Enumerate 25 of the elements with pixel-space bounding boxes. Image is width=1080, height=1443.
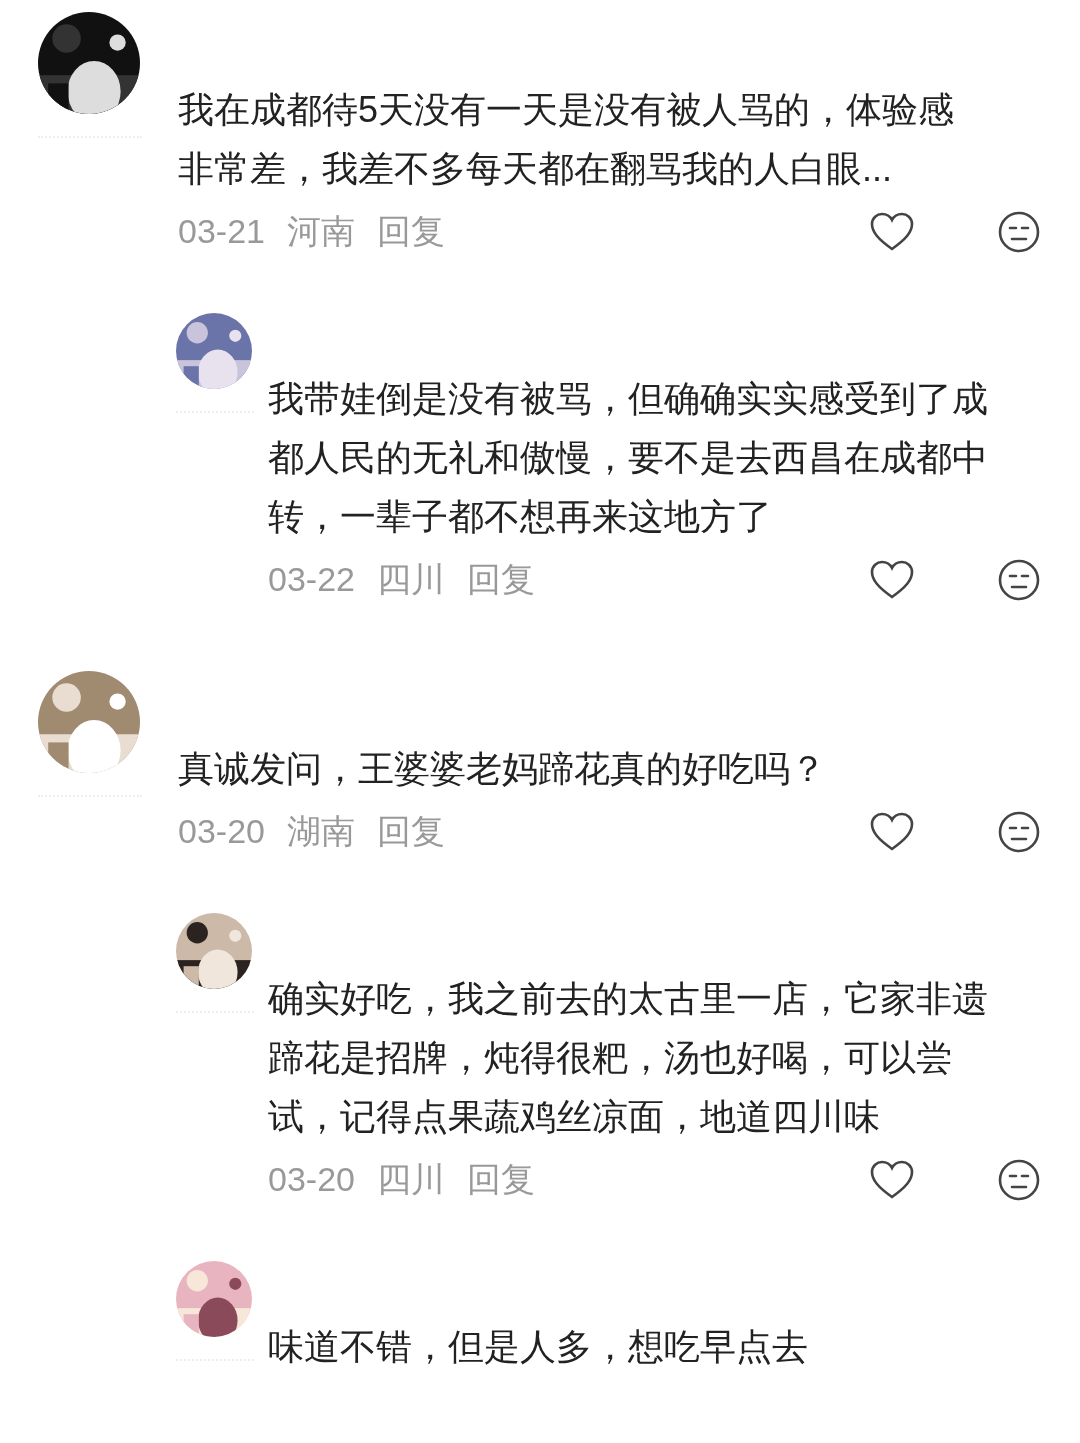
comment-text: 我带娃倒是没有被骂，但确确实实感受到了成都人民的无礼和傲慢，要不是去西昌在成都中转，一辈子都不想再来这地方了 [268, 377, 989, 539]
face-icon[interactable] [998, 558, 1040, 601]
face-icon[interactable] [998, 810, 1040, 853]
reply-link[interactable]: 回复 [466, 554, 535, 605]
comment-location: 河南 [286, 211, 355, 252]
heart-icon[interactable] [870, 559, 914, 600]
comment-text: 真诚发问，王婆婆老妈蹄花真的好吃吗？ [178, 747, 827, 791]
reply-link[interactable]: 回复 [376, 806, 445, 857]
heart-icon[interactable] [870, 1159, 914, 1200]
comment-text: 确实好吃，我之前去的太古里一店，它家非遗蹄花是招牌，炖得很粑，汤也好喝，可以尝试，记得点果蔬鸡丝凉面，地道四川味 [268, 977, 989, 1139]
heart-icon[interactable] [870, 811, 914, 852]
comment-location: 四川 [376, 559, 445, 600]
comment-text: 我在成都待5天没有一天是没有被人骂的，体验感非常差，我差不多每天都在翻骂我的人白眼... [178, 88, 956, 191]
comment-date: 03-20 [268, 1159, 355, 1200]
comment-date: 03-20 [178, 811, 265, 852]
comment-text: 味道不错，但是人多，想吃早点去 [268, 1325, 809, 1369]
heart-icon[interactable] [870, 211, 914, 252]
reply-link[interactable]: 回复 [466, 1154, 535, 1205]
face-icon[interactable] [998, 210, 1040, 253]
comment-date: 03-21 [178, 211, 265, 252]
comment-location: 湖南 [286, 811, 355, 852]
comment-location: 四川 [376, 1159, 445, 1200]
comment-date: 03-22 [268, 559, 355, 600]
face-icon[interactable] [998, 1158, 1040, 1201]
reply-link[interactable]: 回复 [376, 206, 445, 257]
